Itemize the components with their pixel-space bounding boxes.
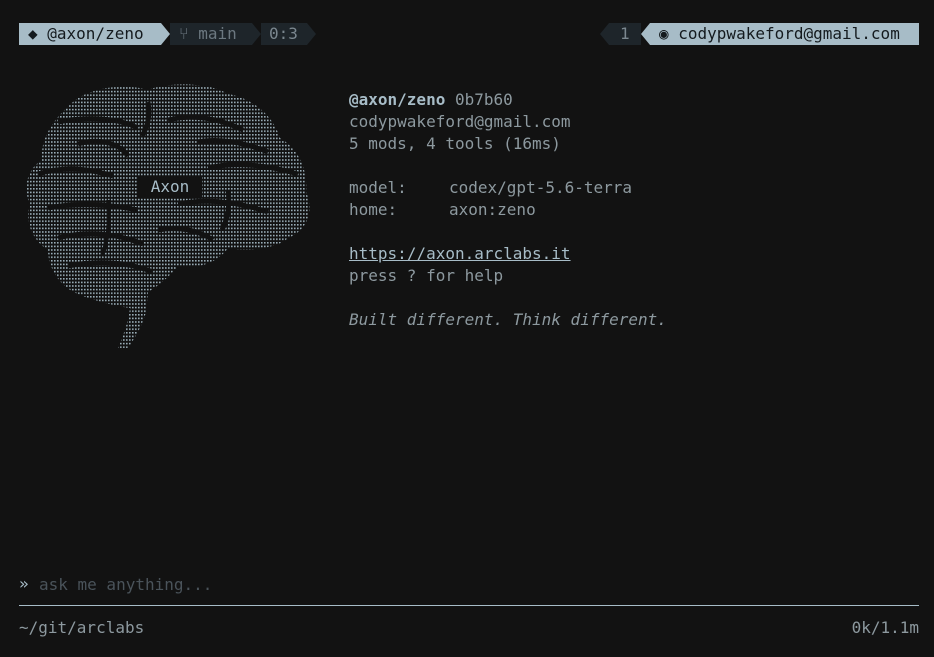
segment-arrow xyxy=(307,23,316,45)
homepage-link[interactable]: https://axon.arclabs.it xyxy=(349,244,571,263)
tagline: Built different. Think different. xyxy=(349,310,667,329)
token-usage: 0k/1.1m xyxy=(851,618,919,637)
top-status-bar: ◆ @axon/zeno ⑂ main 0:3 1 ◉ codypwakefor… xyxy=(0,0,934,66)
branch-segment[interactable]: ⑂ main xyxy=(170,23,252,45)
segment-arrow xyxy=(641,23,650,45)
divider xyxy=(19,605,919,606)
commit-hash: 0b7b60 xyxy=(454,90,513,109)
prompt-row: » xyxy=(19,573,919,595)
cwd-path: ~/git/arclabs xyxy=(19,618,145,637)
identity-line: @axon/zeno 0b7b60 xyxy=(349,89,909,111)
repo-segment[interactable]: ◆ @axon/zeno xyxy=(19,23,161,45)
brain-dots-icon xyxy=(26,84,310,348)
brain-label: Axon xyxy=(138,177,202,197)
home-line: home: axon:zeno xyxy=(349,199,909,221)
help-line: press ? for help xyxy=(349,266,504,285)
info-panel: @axon/zeno 0b7b60 codypwakeford@gmail.co… xyxy=(349,89,909,331)
summary-line: 5 mods, 4 tools (16ms) xyxy=(349,134,561,153)
count-segment: 1 xyxy=(609,23,641,45)
email-line: codypwakeford@gmail.com xyxy=(349,112,571,131)
home-value: axon:zeno xyxy=(449,200,536,219)
brain-logo: Axon xyxy=(18,80,318,360)
segment-arrow xyxy=(161,23,170,45)
user-segment[interactable]: ◉ codypwakeford@gmail.com xyxy=(650,23,919,45)
handle: @axon/zeno xyxy=(349,90,446,109)
prompt-marker-icon: » xyxy=(19,574,29,593)
segment-arrow xyxy=(600,23,609,45)
url-line: https://axon.arclabs.it xyxy=(349,243,909,265)
ratio-segment: 0:3 xyxy=(261,23,307,45)
prompt-input[interactable] xyxy=(39,573,919,595)
home-key: home: xyxy=(349,200,398,219)
model-key: model: xyxy=(349,178,407,197)
footer-status: ~/git/arclabs 0k/1.1m xyxy=(19,617,919,639)
model-line: model: codex/gpt-5.6-terra xyxy=(349,177,909,199)
segment-arrow xyxy=(252,23,261,45)
model-value: codex/gpt-5.6-terra xyxy=(449,178,633,197)
